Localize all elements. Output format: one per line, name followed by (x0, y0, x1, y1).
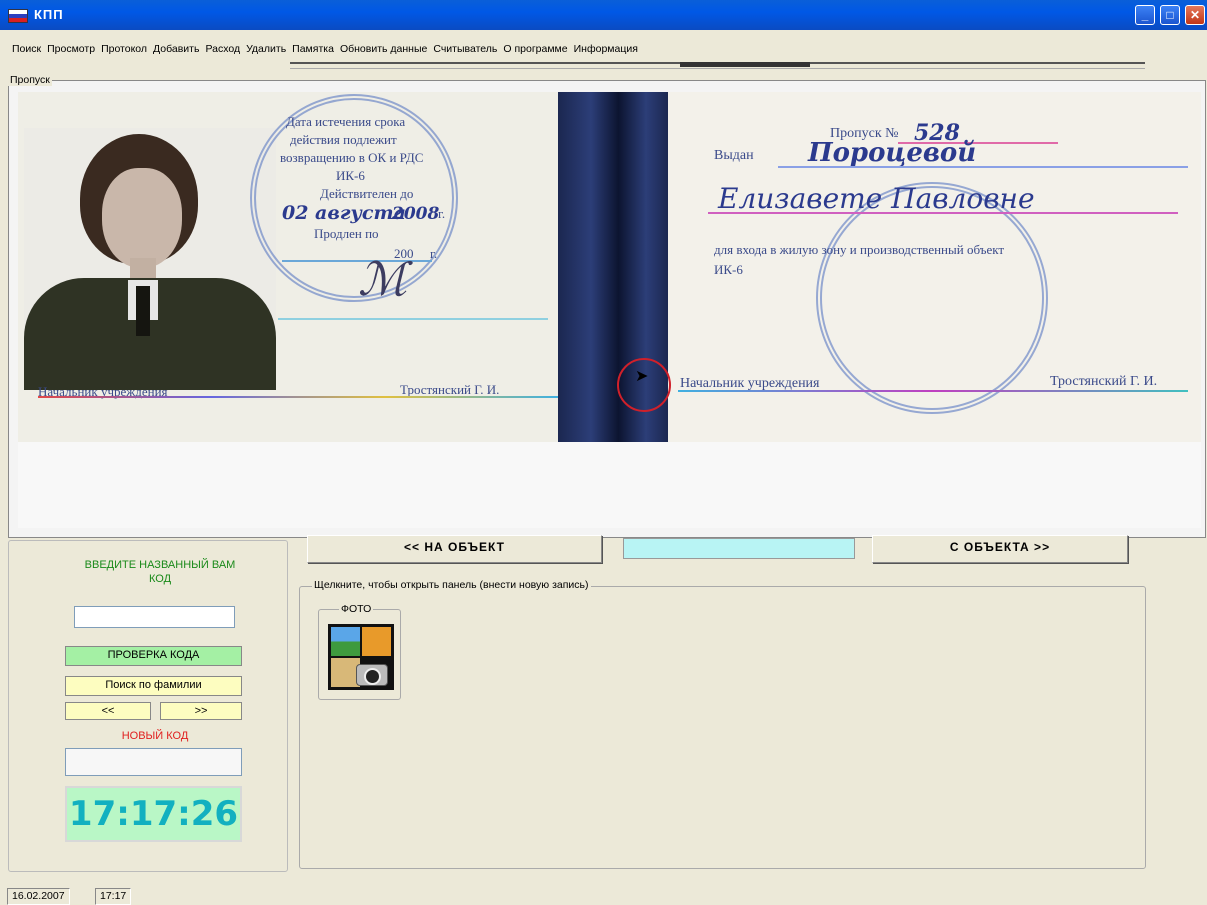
doc-right-surname: Пороцевой (808, 138, 977, 168)
menu-item-search[interactable]: Поиск (10, 40, 45, 58)
stamp-right (816, 182, 1048, 414)
new-record-panel-legend: Щелкните, чтобы открыть панель (внести н… (312, 579, 591, 591)
close-button[interactable]: ✕ (1185, 5, 1205, 25)
doc-right-line-3: для входа в жилую зону и производственны… (714, 242, 1005, 257)
doc-left-hand-date: 02 августа (282, 202, 406, 224)
cursor-highlight (617, 358, 671, 412)
doc-right-issued-label: Выдан (714, 148, 754, 163)
doc-left-line-6: г. (438, 206, 446, 221)
menu-bar: Поиск Просмотр Протокол Добавить Расход … (0, 40, 1207, 58)
pass-right-page: Пропуск № 528 Выдан Пороцевой Елизавете … (668, 92, 1201, 442)
portrait-photo (24, 128, 276, 390)
menu-item-protocol[interactable]: Протокол (99, 40, 151, 58)
doc-right-line-6: Тростянский Г. И. (1050, 374, 1158, 389)
menu-item-about[interactable]: О программе (501, 40, 571, 58)
status-date: 16.02.2007 (7, 888, 70, 905)
signature-left: ℳ (358, 252, 408, 306)
menu-item-info[interactable]: Информация (572, 40, 642, 58)
left-panel-frame (8, 540, 288, 872)
menu-item-delete[interactable]: Удалить (244, 40, 290, 58)
photo-camera-icon[interactable] (328, 624, 394, 690)
pass-image: Дата истечения срока действия подлежит в… (18, 92, 1201, 442)
top-divider (290, 62, 1145, 69)
doc-left-line-4: ИК-6 (336, 168, 365, 183)
foto-group-legend: ФОТО (339, 603, 374, 615)
status-time: 17:17 (95, 888, 132, 905)
menu-item-view[interactable]: Просмотр (45, 40, 99, 58)
doc-left-line-7: Продлен по (314, 226, 379, 241)
doc-left-line-3: возвращению в ОК и РДС (280, 150, 424, 165)
pass-left-page: Дата истечения срока действия подлежит в… (18, 92, 558, 442)
doc-left-line-5: Действителен до (320, 186, 414, 201)
status-display-box (623, 538, 855, 559)
to-object-button[interactable]: << НА ОБЪЕКТ (307, 535, 602, 563)
maximize-button[interactable]: □ (1160, 5, 1180, 25)
pass-group-legend: Пропуск (8, 74, 52, 86)
doc-left-line-2: действия подлежит (290, 132, 397, 147)
title-bar: КПП _ □ ✕ (0, 0, 1207, 30)
window-title: КПП (34, 7, 64, 22)
from-object-button[interactable]: С ОБЪЕКТА >> (872, 535, 1128, 563)
doc-left-hand-year: 2008 (392, 204, 440, 224)
pass-image-blank-area (18, 442, 1201, 528)
new-record-panel-group[interactable] (299, 586, 1146, 869)
doc-left-line-1: Дата истечения срока (286, 114, 406, 129)
menu-item-reader[interactable]: Считыватель (431, 40, 501, 58)
doc-right-name: Елизавете Павловне (718, 182, 1035, 215)
menu-item-refresh[interactable]: Обновить данные (338, 40, 431, 58)
mouse-cursor-icon: ➤ (635, 368, 649, 385)
menu-item-memo[interactable]: Памятка (290, 40, 338, 58)
menu-item-expense[interactable]: Расход (203, 40, 244, 58)
app-flag-icon (8, 9, 28, 23)
minimize-button[interactable]: _ (1135, 5, 1155, 25)
menu-item-add[interactable]: Добавить (151, 40, 203, 58)
doc-right-line-4: ИК-6 (714, 262, 743, 277)
